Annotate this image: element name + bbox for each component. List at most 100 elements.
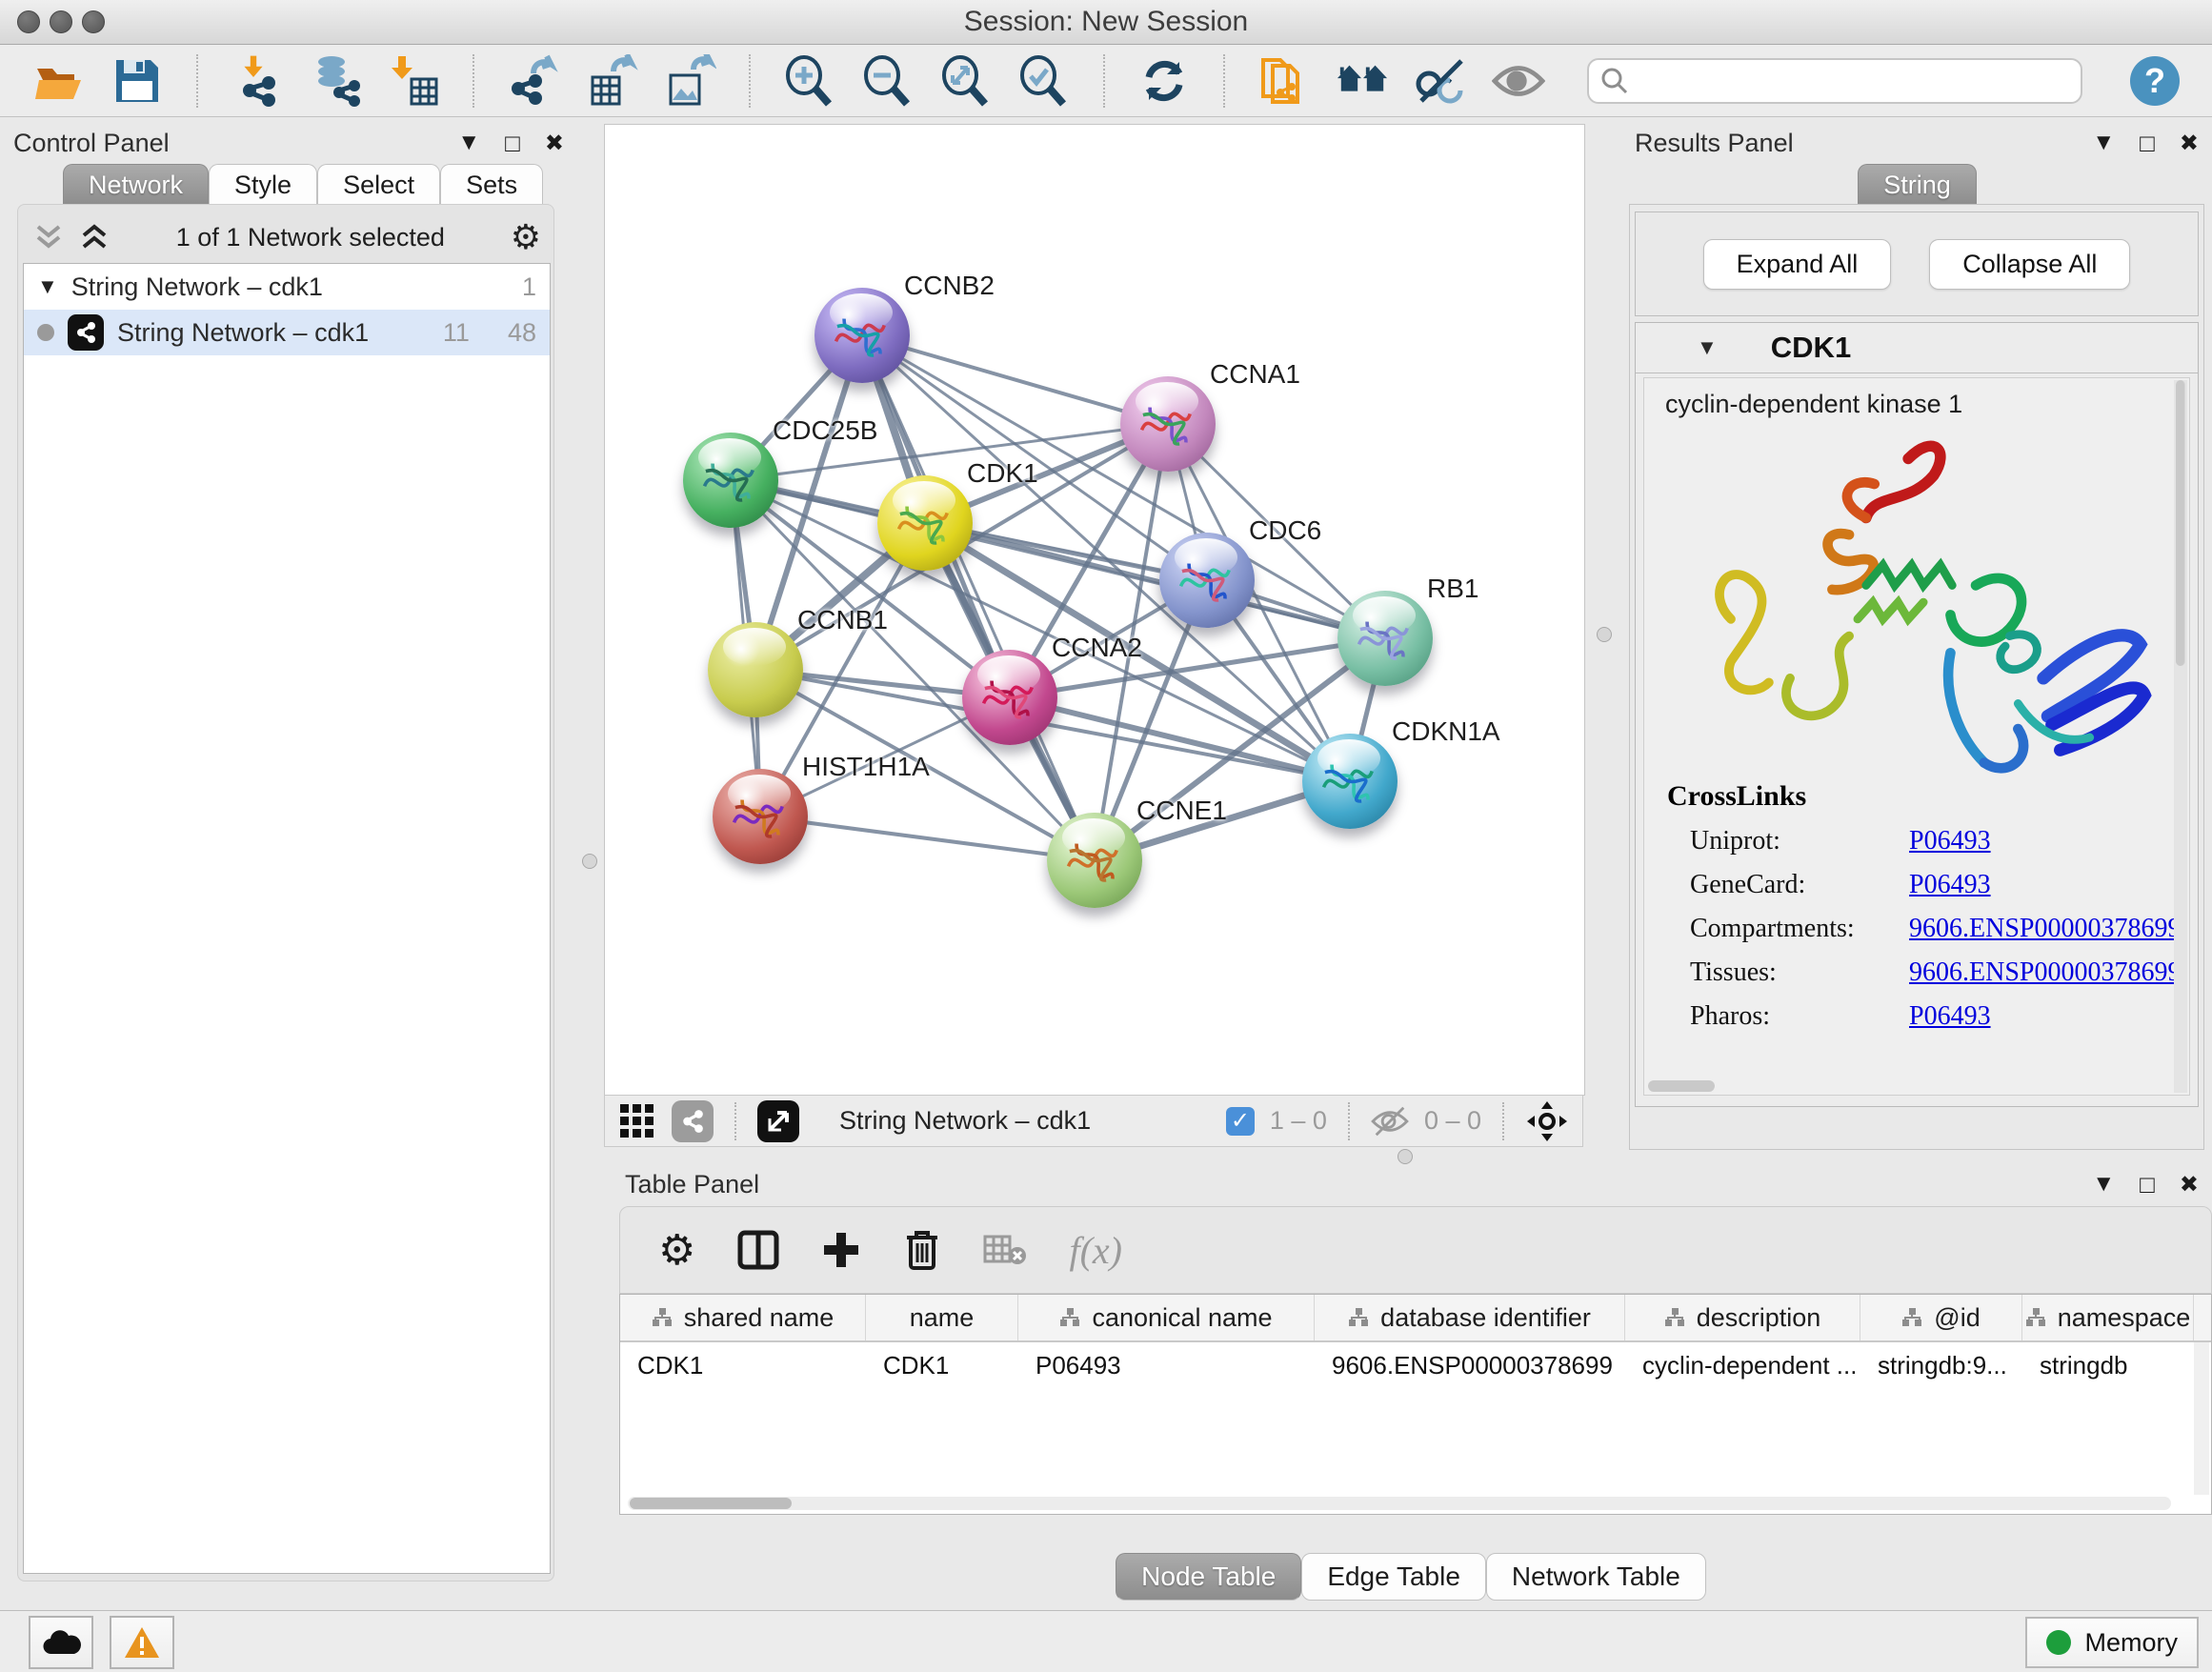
show-columns-icon[interactable]	[737, 1229, 779, 1271]
window-close-button[interactable]	[17, 10, 40, 33]
column-header--id[interactable]: @id	[1860, 1295, 2022, 1340]
delete-column-icon[interactable]	[903, 1228, 941, 1272]
import-table-file-button[interactable]	[387, 54, 440, 108]
collection-expander-icon[interactable]: ▼	[37, 274, 58, 299]
node-RB1[interactable]	[1337, 591, 1433, 686]
node-CDK1[interactable]	[877, 475, 973, 571]
cell-name[interactable]: CDK1	[866, 1342, 1018, 1388]
zoom-out-button[interactable]	[861, 54, 915, 108]
import-network-file-button[interactable]	[231, 54, 284, 108]
left-splitter-handle[interactable]	[582, 854, 597, 869]
save-session-button[interactable]	[111, 54, 164, 108]
table-horizontal-scrollbar[interactable]	[628, 1497, 2171, 1510]
cell--id[interactable]: stringdb:9...	[1860, 1342, 2022, 1388]
help-button[interactable]: ?	[2130, 56, 2180, 106]
tab-style[interactable]: Style	[209, 164, 317, 205]
node-CDC6[interactable]	[1159, 533, 1255, 628]
column-header-namespace[interactable]: namespace	[2022, 1295, 2194, 1340]
crosslink-tissues-link[interactable]: 9606.ENSP00000378699	[1909, 957, 2181, 988]
horizontal-splitter-handle[interactable]	[1398, 1149, 1413, 1164]
node-CDKN1A[interactable]	[1302, 734, 1398, 829]
window-zoom-button[interactable]	[82, 10, 105, 33]
network-row[interactable]: String Network – cdk1 11 48	[24, 310, 550, 355]
cell-canonical-name[interactable]: P06493	[1018, 1342, 1315, 1388]
crosslink-pharos-link[interactable]: P06493	[1909, 1001, 1991, 1032]
zoom-selected-button[interactable]	[1017, 54, 1071, 108]
crosslink-genecard-link[interactable]: P06493	[1909, 870, 1991, 900]
birdseye-crosshair-icon[interactable]	[1525, 1099, 1569, 1143]
cloud-status-button[interactable]	[29, 1616, 93, 1669]
tab-network-table[interactable]: Network Table	[1486, 1553, 1706, 1601]
window-minimize-button[interactable]	[50, 10, 72, 33]
table-options-gear-icon[interactable]: ⚙	[658, 1226, 695, 1275]
tab-select[interactable]: Select	[317, 164, 440, 205]
table-row[interactable]: CDK1CDK1P064939606.ENSP00000378699cyclin…	[620, 1342, 2211, 1388]
control-panel-float-icon[interactable]: □	[505, 129, 520, 158]
expand-all-icon[interactable]	[78, 223, 111, 252]
results-panel-float-icon[interactable]: □	[2140, 129, 2155, 158]
column-header-shared-name[interactable]: shared name	[620, 1295, 866, 1340]
detach-view-icon[interactable]	[757, 1100, 799, 1142]
string-import-button[interactable]	[1257, 54, 1311, 108]
column-header-canonical-name[interactable]: canonical name	[1018, 1295, 1315, 1340]
node-CCNB1[interactable]	[708, 622, 803, 717]
zoom-fit-button[interactable]	[939, 54, 993, 108]
column-header-name[interactable]: name	[866, 1295, 1018, 1340]
zoom-in-button[interactable]	[783, 54, 836, 108]
network-options-gear-icon[interactable]: ⚙	[511, 220, 541, 254]
grid-mode-icon[interactable]	[618, 1102, 656, 1140]
crosslink-uniprot-link[interactable]: P06493	[1909, 826, 1991, 856]
add-column-icon[interactable]	[821, 1230, 861, 1270]
tab-node-table[interactable]: Node Table	[1116, 1553, 1301, 1601]
cell-database-identifier[interactable]: 9606.ENSP00000378699	[1315, 1342, 1625, 1388]
node-CCNE1[interactable]	[1047, 813, 1142, 908]
tab-sets[interactable]: Sets	[440, 164, 543, 205]
search-input[interactable]	[1639, 65, 2042, 96]
right-splitter-handle[interactable]	[1597, 627, 1612, 642]
expand-all-button[interactable]: Expand All	[1703, 239, 1892, 290]
export-table-button[interactable]	[585, 54, 638, 108]
protein-expander-icon[interactable]: ▼	[1697, 335, 1718, 360]
column-header-description[interactable]: description	[1625, 1295, 1860, 1340]
control-panel-close-icon[interactable]: ✖	[545, 130, 564, 157]
string-home-button[interactable]	[1336, 54, 1389, 108]
table-vertical-scrollbar[interactable]	[2194, 1342, 2209, 1495]
tab-edge-table[interactable]: Edge Table	[1301, 1553, 1486, 1601]
tab-string[interactable]: String	[1858, 164, 1977, 205]
node-CCNA2[interactable]	[962, 650, 1057, 745]
refresh-button[interactable]	[1137, 54, 1191, 108]
node-CCNB2[interactable]	[814, 288, 910, 383]
results-panel-close-icon[interactable]: ✖	[2180, 130, 2199, 157]
warnings-button[interactable]	[110, 1616, 174, 1669]
table-panel-float-icon[interactable]: □	[2140, 1170, 2155, 1199]
results-horizontal-scrollbar[interactable]	[1648, 1080, 1715, 1092]
table-panel-close-icon[interactable]: ✖	[2180, 1171, 2199, 1199]
cell-description[interactable]: cyclin-dependent ...	[1625, 1342, 1860, 1388]
results-panel-menu-icon[interactable]: ▼	[2092, 130, 2115, 156]
hide-glasses-button[interactable]	[1414, 54, 1467, 108]
cell-shared-name[interactable]: CDK1	[620, 1342, 866, 1388]
collapse-all-button[interactable]: Collapse All	[1929, 239, 2130, 290]
node-CDC25B[interactable]	[683, 433, 778, 528]
search-box[interactable]	[1587, 58, 2082, 104]
show-eye-button[interactable]	[1492, 54, 1545, 108]
network-collection-row[interactable]: ▼ String Network – cdk1 1	[24, 264, 550, 310]
control-panel-menu-icon[interactable]: ▼	[457, 130, 480, 156]
node-HIST1H1A[interactable]	[713, 769, 808, 864]
column-header-database-identifier[interactable]: database identifier	[1315, 1295, 1625, 1340]
tab-network[interactable]: Network	[63, 164, 209, 205]
node-CCNA1[interactable]	[1120, 376, 1216, 472]
crosslink-compartments-link[interactable]: 9606.ENSP00000378699	[1909, 914, 2181, 944]
cell-namespace[interactable]: stringdb	[2022, 1342, 2194, 1388]
edge-HIST1H1A-CCNE1[interactable]	[760, 816, 1095, 860]
open-session-button[interactable]	[32, 54, 86, 108]
results-vertical-scrollbar[interactable]	[2174, 380, 2187, 1093]
collapse-all-icon[interactable]	[32, 223, 65, 252]
table-panel-menu-icon[interactable]: ▼	[2092, 1171, 2115, 1198]
import-network-database-button[interactable]	[309, 54, 362, 108]
network-view-canvas[interactable]: CCNB2CCNA1CDC25BCDK1CDC6RB1CCNB1CCNA2CDK…	[604, 124, 1585, 1096]
export-network-button[interactable]	[507, 54, 560, 108]
export-image-button[interactable]	[663, 54, 716, 108]
selected-checkbox-icon[interactable]: ✓	[1226, 1107, 1255, 1136]
network-view-share-icon[interactable]	[672, 1100, 714, 1142]
